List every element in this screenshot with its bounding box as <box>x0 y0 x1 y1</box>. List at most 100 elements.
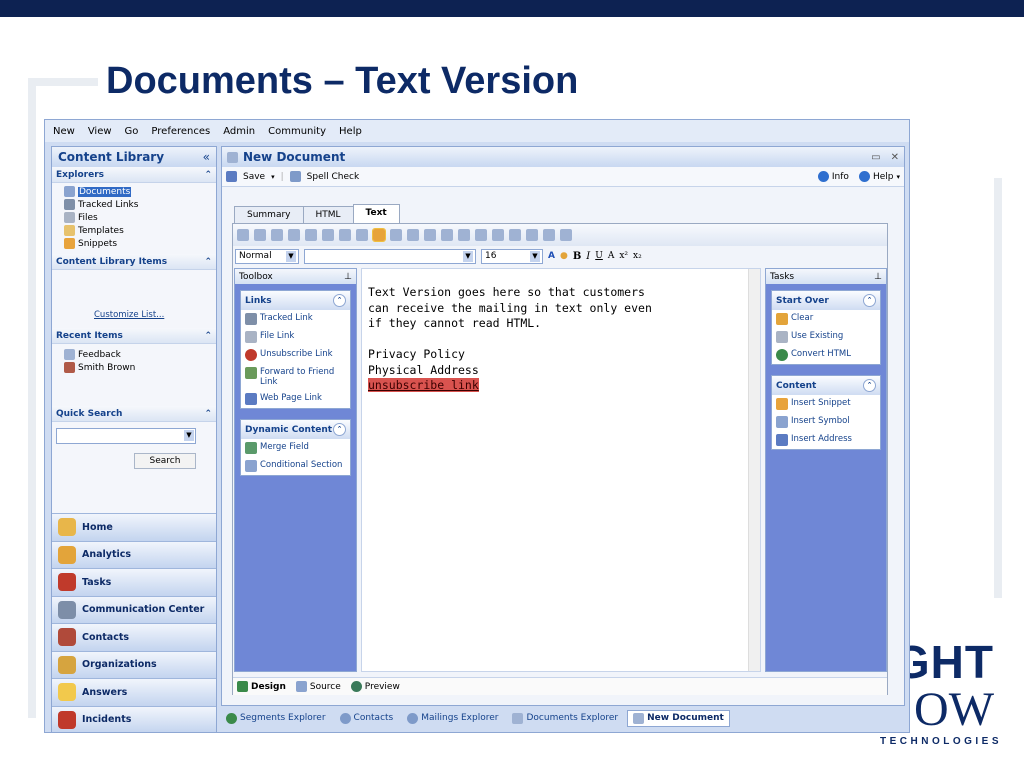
dynamic-content-header[interactable]: Dynamic Content ⌃ <box>241 420 350 439</box>
menu-help[interactable]: Help <box>339 126 362 137</box>
replace-icon[interactable] <box>305 229 317 241</box>
menu-new[interactable]: New <box>53 126 75 137</box>
content-card-header[interactable]: Content ⌃ <box>772 376 880 395</box>
tracked-link-item[interactable]: Tracked Link <box>241 310 350 328</box>
font-size-select[interactable]: 16 ▼ <box>481 248 543 264</box>
forward-friend-item[interactable]: Forward to Friend Link <box>241 364 350 390</box>
menu-preferences[interactable]: Preferences <box>151 126 210 137</box>
customize-list-link[interactable]: Customize List... <box>94 310 164 320</box>
tab-preview[interactable]: Preview <box>350 681 400 692</box>
highlight-icon[interactable]: ● <box>560 251 568 261</box>
copy-icon[interactable] <box>254 229 266 241</box>
align-left-icon[interactable] <box>509 229 521 241</box>
search-button[interactable]: Search <box>134 453 196 469</box>
collapse-panel-button[interactable]: « <box>203 150 210 164</box>
font-color-icon[interactable]: A <box>548 251 555 261</box>
superscript-icon[interactable]: x² <box>619 251 628 261</box>
content-library-items-header[interactable]: Content Library Items ⌃ <box>52 254 216 270</box>
undo-icon[interactable] <box>339 229 351 241</box>
chevron-down-icon[interactable]: ▼ <box>184 430 194 441</box>
subscript-icon[interactable]: x₂ <box>633 251 642 261</box>
chevron-up-icon[interactable]: ⌃ <box>204 331 212 341</box>
recent-item-smith-brown[interactable]: Smith Brown <box>52 361 216 374</box>
nav-answers[interactable]: Answers <box>52 678 216 706</box>
globe-icon[interactable] <box>407 229 419 241</box>
tab-html[interactable]: HTML <box>302 206 354 223</box>
find-icon[interactable] <box>288 229 300 241</box>
collapse-icon[interactable]: ⌃ <box>333 294 346 307</box>
nav-communication-center[interactable]: Communication Center <box>52 595 216 623</box>
font-name-select[interactable]: ▼ <box>304 248 476 264</box>
explorer-item-tracked-links[interactable]: Tracked Links <box>52 198 216 211</box>
collapse-icon[interactable]: ⌃ <box>863 379 876 392</box>
explorer-item-templates[interactable]: Templates <box>52 224 216 237</box>
convert-html-item[interactable]: Convert HTML <box>772 346 880 364</box>
nav-contacts[interactable]: Contacts <box>52 623 216 651</box>
unsubscribe-link-text[interactable]: unsubscribe link <box>368 378 479 392</box>
help-button[interactable]: Help ▾ <box>858 171 900 182</box>
nav-analytics[interactable]: Analytics <box>52 540 216 568</box>
align-right-icon[interactable] <box>543 229 555 241</box>
menu-go[interactable]: Go <box>125 126 139 137</box>
explorer-item-documents[interactable]: Documents <box>52 185 216 198</box>
explorer-item-files[interactable]: Files <box>52 211 216 224</box>
clear-item[interactable]: Clear <box>772 310 880 328</box>
quick-search-header[interactable]: Quick Search ⌃ <box>52 406 216 422</box>
indent-icon[interactable] <box>475 229 487 241</box>
menu-community[interactable]: Community <box>268 126 326 137</box>
nav-organizations[interactable]: Organizations <box>52 650 216 678</box>
chevron-up-icon[interactable]: ⌃ <box>204 257 212 267</box>
start-over-header[interactable]: Start Over ⌃ <box>772 291 880 310</box>
recent-item-feedback[interactable]: Feedback <box>52 348 216 361</box>
save-button[interactable]: Save <box>243 172 265 182</box>
chevron-up-icon[interactable]: ⌃ <box>204 409 212 419</box>
spell-check-button[interactable]: Spell Check <box>307 172 360 182</box>
unordered-list-icon[interactable] <box>458 229 470 241</box>
conditional-section-item[interactable]: Conditional Section <box>241 457 350 475</box>
image-icon[interactable] <box>390 229 402 241</box>
editor-content[interactable]: Text Version goes here so that customers… <box>368 285 652 394</box>
window-tab-segments-explorer[interactable]: Segments Explorer <box>221 711 331 726</box>
menu-admin[interactable]: Admin <box>223 126 255 137</box>
justify-icon[interactable] <box>560 229 572 241</box>
merge-field-item[interactable]: Merge Field <box>241 439 350 457</box>
chevron-down-icon[interactable]: ▾ <box>271 173 275 181</box>
explorers-header[interactable]: Explorers ⌃ <box>52 167 216 183</box>
table-icon[interactable] <box>424 229 436 241</box>
window-tab-contacts[interactable]: Contacts <box>335 711 399 726</box>
chevron-up-icon[interactable]: ⌃ <box>204 170 212 180</box>
italic-icon[interactable]: I <box>586 251 590 262</box>
insert-address-item[interactable]: Insert Address <box>772 431 880 449</box>
tab-text[interactable]: Text <box>352 204 400 223</box>
font-size-icon[interactable]: A <box>608 251 615 261</box>
explorer-item-snippets[interactable]: Snippets <box>52 237 216 250</box>
quick-search-dropdown[interactable]: ▼ <box>56 428 196 444</box>
tab-source[interactable]: Source <box>295 681 341 692</box>
outdent-icon[interactable] <box>492 229 504 241</box>
nav-home[interactable]: Home <box>52 513 216 541</box>
pin-icon[interactable]: ⊥ <box>874 272 882 282</box>
window-tab-mailings-explorer[interactable]: Mailings Explorer <box>402 711 503 726</box>
info-button[interactable]: Info <box>817 171 849 182</box>
text-editor[interactable]: Text Version goes here so that customers… <box>361 268 761 672</box>
align-center-icon[interactable] <box>526 229 538 241</box>
bold-icon[interactable]: B <box>573 251 581 262</box>
recent-items-header[interactable]: Recent Items ⌃ <box>52 328 216 344</box>
print-icon[interactable] <box>322 229 334 241</box>
web-page-link-item[interactable]: Web Page Link <box>241 390 350 408</box>
tab-design[interactable]: Design <box>237 681 286 692</box>
paragraph-style-select[interactable]: Normal ▼ <box>235 248 299 264</box>
nav-incidents[interactable]: Incidents <box>52 705 216 732</box>
close-icon[interactable]: ✕ <box>891 152 899 163</box>
window-tab-new-document[interactable]: New Document <box>627 709 730 727</box>
links-card-header[interactable]: Links ⌃ <box>241 291 350 310</box>
cut-icon[interactable] <box>237 229 249 241</box>
redo-icon[interactable] <box>356 229 368 241</box>
pin-icon[interactable]: ⊥ <box>344 272 352 282</box>
file-link-item[interactable]: File Link <box>241 328 350 346</box>
hyperlink-icon[interactable] <box>372 228 386 242</box>
collapse-icon[interactable]: ⌃ <box>863 294 876 307</box>
restore-icon[interactable]: ▭ <box>871 152 880 163</box>
nav-tasks[interactable]: Tasks <box>52 568 216 596</box>
editor-scrollbar[interactable] <box>748 269 760 671</box>
